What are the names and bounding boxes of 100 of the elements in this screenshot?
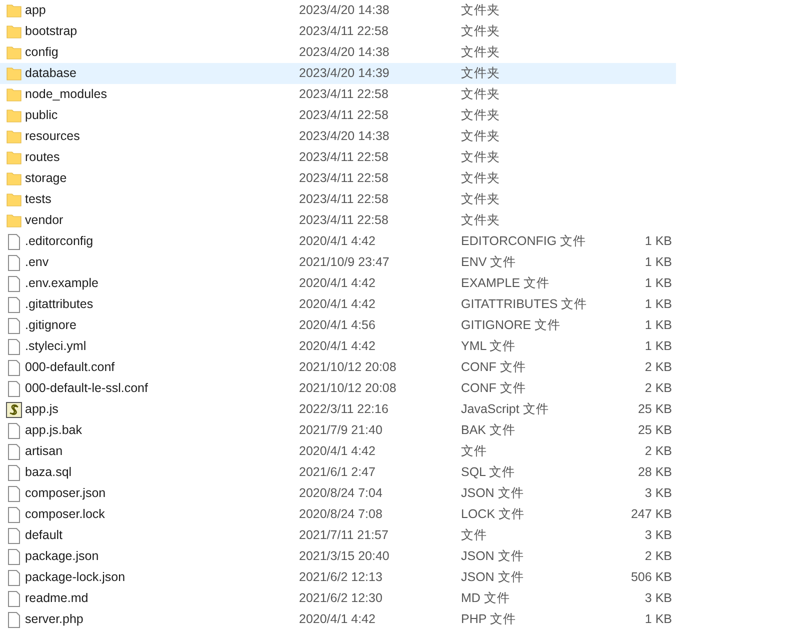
file-type: CONF 文件	[461, 359, 527, 376]
file-row[interactable]: database 2023/4/20 14:39 文件夹	[0, 63, 676, 84]
file-row[interactable]: baza.sql 2021/6/1 2:47 SQL 文件 28 KB	[0, 462, 676, 483]
file-row[interactable]: readme.md 2021/6/2 12:30 MD 文件 3 KB	[0, 588, 676, 609]
file-size: 2 KB	[644, 443, 672, 460]
file-icon	[6, 318, 22, 334]
file-name: package.json	[25, 548, 100, 566]
modified-date: 2023/4/11 22:58	[299, 212, 390, 230]
file-type: 文件夹	[461, 128, 501, 146]
file-size: 2 KB	[644, 380, 672, 398]
file-row[interactable]: app.js 2022/3/11 22:16 JavaScript 文件 25 KB	[0, 399, 676, 420]
file-name: default	[25, 527, 64, 544]
file-name: 000-default-le-ssl.conf	[25, 380, 149, 398]
file-name: config	[25, 44, 60, 62]
file-type: GITATTRIBUTES 文件	[461, 296, 588, 314]
file-type: 文件	[461, 443, 488, 460]
file-row[interactable]: default 2021/7/11 21:57 文件 3 KB	[0, 525, 676, 546]
file-icon	[6, 422, 22, 438]
modified-date: 2023/4/11 22:58	[299, 170, 390, 188]
file-size: 1 KB	[644, 233, 672, 250]
file-type: JavaScript 文件	[461, 401, 550, 418]
file-name: app.js.bak	[25, 422, 83, 440]
modified-date: 2020/4/1 4:42	[299, 233, 376, 250]
file-type: 文件夹	[461, 65, 501, 82]
file-row[interactable]: bootstrap 2023/4/11 22:58 文件夹	[0, 21, 676, 42]
file-icon	[6, 234, 22, 250]
file-size: 25 KB	[638, 401, 672, 418]
file-row[interactable]: composer.json 2020/8/24 7:04 JSON 文件 3 KB	[0, 483, 676, 504]
file-row[interactable]: storage 2023/4/11 22:58 文件夹	[0, 168, 676, 189]
folder-icon	[6, 212, 22, 228]
file-type: 文件	[461, 527, 488, 544]
file-row[interactable]: 000-default.conf 2021/10/12 20:08 CONF 文件 2 KB	[0, 357, 676, 378]
file-row[interactable]: server.php 2020/4/1 4:42 PHP 文件 1 KB	[0, 609, 676, 630]
file-name: database	[25, 65, 78, 82]
file-name: app.js	[25, 401, 60, 418]
file-row[interactable]: public 2023/4/11 22:58 文件夹	[0, 105, 676, 126]
file-type: 文件夹	[461, 212, 501, 230]
file-name: .env	[25, 254, 50, 272]
file-size: 25 KB	[638, 422, 672, 440]
modified-date: 2023/4/11 22:58	[299, 23, 390, 40]
file-type: 文件夹	[461, 107, 501, 124]
file-row[interactable]: package.json 2021/3/15 20:40 JSON 文件 2 KB	[0, 546, 676, 567]
file-icon	[6, 360, 22, 376]
file-type: JSON 文件	[461, 485, 525, 502]
file-type: SQL 文件	[461, 464, 516, 482]
file-type: MD 文件	[461, 590, 511, 608]
file-size: 3 KB	[644, 485, 672, 502]
folder-icon	[6, 170, 22, 186]
file-icon	[6, 548, 22, 564]
file-name: .styleci.yml	[25, 338, 88, 356]
file-type: LOCK 文件	[461, 506, 526, 524]
file-row[interactable]: node_modules 2023/4/11 22:58 文件夹	[0, 84, 676, 105]
file-row[interactable]: 000-default-le-ssl.conf 2021/10/12 20:08 CONF 文件 2 KB	[0, 378, 676, 399]
folder-icon	[6, 150, 22, 166]
modified-date: 2021/10/12 20:08	[299, 359, 398, 376]
file-row[interactable]: .gitignore 2020/4/1 4:56 GITIGNORE 文件 1 KB	[0, 315, 676, 336]
modified-date: 2021/6/2 12:13	[299, 569, 384, 586]
file-type: EXAMPLE 文件	[461, 275, 551, 292]
file-row[interactable]: tests 2023/4/11 22:58 文件夹	[0, 189, 676, 210]
modified-date: 2022/3/11 22:16	[299, 401, 390, 418]
file-row[interactable]: app.js.bak 2021/7/9 21:40 BAK 文件 25 KB	[0, 420, 676, 441]
file-name: .gitattributes	[25, 296, 94, 314]
file-row[interactable]: app 2023/4/20 14:38 文件夹	[0, 0, 676, 21]
modified-date: 2023/4/11 22:58	[299, 86, 390, 104]
file-name: vendor	[25, 212, 64, 230]
file-icon	[6, 276, 22, 292]
modified-date: 2023/4/20 14:38	[299, 44, 390, 62]
file-row[interactable]: .editorconfig 2020/4/1 4:42 EDITORCONFIG 文件 1 KB	[0, 231, 676, 252]
modified-date: 2023/4/20 14:38	[299, 128, 390, 146]
file-type: 文件夹	[461, 170, 501, 188]
file-row[interactable]: config 2023/4/20 14:38 文件夹	[0, 42, 676, 63]
file-row[interactable]: composer.lock 2020/8/24 7:08 LOCK 文件 247 KB	[0, 504, 676, 525]
file-icon	[6, 338, 22, 354]
file-row[interactable]: resources 2023/4/20 14:38 文件夹	[0, 126, 676, 147]
file-type: 文件夹	[461, 149, 501, 166]
file-row[interactable]: .styleci.yml 2020/4/1 4:42 YML 文件 1 KB	[0, 336, 676, 357]
file-name: readme.md	[25, 590, 90, 608]
modified-date: 2023/4/20 14:38	[299, 2, 390, 20]
file-row[interactable]: .gitattributes 2020/4/1 4:42 GITATTRIBUTES 文件 1 KB	[0, 294, 676, 315]
modified-date: 2023/4/11 22:58	[299, 149, 390, 166]
modified-date: 2023/4/20 14:39	[299, 65, 390, 82]
file-row[interactable]: .env 2021/10/9 23:47 ENV 文件 1 KB	[0, 252, 676, 273]
modified-date: 2021/10/9 23:47	[299, 254, 390, 272]
file-row[interactable]: artisan 2020/4/1 4:42 文件 2 KB	[0, 441, 676, 462]
file-row[interactable]: routes 2023/4/11 22:58 文件夹	[0, 147, 676, 168]
file-row[interactable]: .env.example 2020/4/1 4:42 EXAMPLE 文件 1 KB	[0, 273, 676, 294]
modified-date: 2021/3/15 20:40	[299, 548, 390, 566]
modified-date: 2020/8/24 7:08	[299, 506, 384, 524]
file-name: composer.json	[25, 485, 107, 502]
file-type: JSON 文件	[461, 548, 525, 566]
modified-date: 2021/10/12 20:08	[299, 380, 398, 398]
file-size: 2 KB	[644, 548, 672, 566]
file-row[interactable]: vendor 2023/4/11 22:58 文件夹	[0, 210, 676, 231]
script-file-icon	[6, 402, 22, 418]
file-icon	[6, 528, 22, 544]
file-type: ENV 文件	[461, 254, 518, 272]
file-row[interactable]: package-lock.json 2021/6/2 12:13 JSON 文件 506 KB	[0, 567, 676, 588]
file-type: GITIGNORE 文件	[461, 317, 562, 334]
file-name: routes	[25, 149, 61, 166]
file-size: 1 KB	[644, 275, 672, 292]
